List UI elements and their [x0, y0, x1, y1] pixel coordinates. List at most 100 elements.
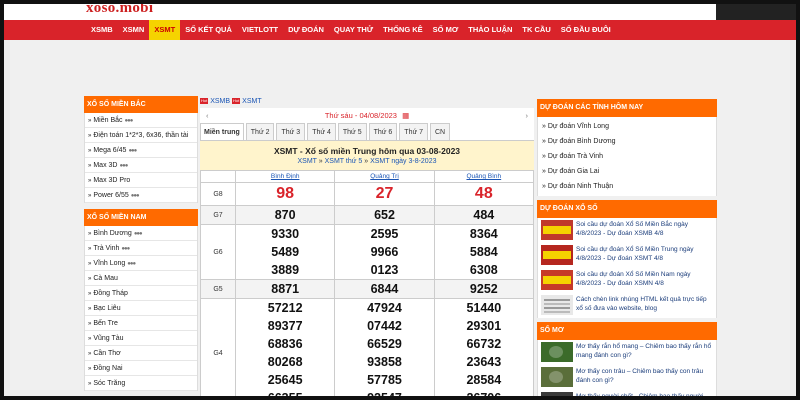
bullet-arrow-icon: » — [88, 163, 92, 169]
news-item[interactable]: Mơ thấy con trâu – Chiêm bao thấy con tr… — [538, 365, 716, 390]
winning-number: 57212 — [267, 301, 303, 315]
nav-item-10[interactable]: TK CẦU — [517, 20, 555, 40]
prev-day-arrow-icon[interactable]: ‹ — [206, 108, 209, 123]
result-header: XSMT - Xổ số miền Trung hôm qua 03-08-20… — [200, 141, 534, 170]
bullet-arrow-icon: » — [88, 193, 92, 199]
tab-day-4[interactable]: Thứ 5 — [337, 123, 367, 140]
nav-item-7[interactable]: THỐNG KÊ — [378, 20, 428, 40]
news-thumbnail — [541, 295, 573, 315]
predict-item-label: Dự đoán Trà Vinh — [547, 153, 603, 160]
predict-item[interactable]: » Dự đoán Trà Vinh — [538, 149, 716, 164]
news-item[interactable]: Soi cầu dự đoán Xổ Số Miền Bắc ngày 4/8/… — [538, 218, 716, 243]
sidebar-item[interactable]: » Mega 6/45 ●●● — [85, 143, 197, 158]
live-dots-icon: ●●● — [133, 231, 143, 237]
sidebar-item[interactable]: » Bạc Liêu — [85, 301, 197, 316]
bullet-arrow-icon: » — [88, 351, 92, 357]
prize-cell: 8871 — [234, 279, 336, 299]
tab-day-6[interactable]: Thứ 7 — [399, 123, 428, 140]
tab-day-7[interactable]: CN — [430, 123, 451, 140]
tab-day-2[interactable]: Thứ 3 — [276, 123, 306, 140]
winning-number: 6308 — [469, 263, 498, 277]
sidebar-item[interactable]: » Cà Mau — [85, 271, 197, 286]
tab-day-0[interactable]: Miền trung — [200, 123, 244, 140]
sidebar-item[interactable]: » Miền Bắc ●●● — [85, 113, 197, 128]
south-lottery-list: » Bình Dương ●●●» Trà Vinh ●●●» Vĩnh Long ●●●»… — [84, 226, 198, 391]
predict-item[interactable]: » Dự đoán Bình Dương — [538, 134, 716, 149]
sidebar-item[interactable]: » Max 3D ●●● — [85, 158, 197, 173]
nav-item-2[interactable]: XSMT — [149, 20, 181, 40]
bullet-arrow-icon: » — [88, 291, 92, 297]
winning-number: 9966 — [370, 245, 399, 259]
calendar-icon[interactable]: ▦ — [402, 111, 409, 120]
nav-item-4[interactable]: VIETLOTT — [237, 20, 283, 40]
news-item[interactable]: Cách chèn link nhúng HTML kết quả trực t… — [538, 293, 716, 318]
winning-number: 66529 — [367, 337, 402, 351]
sidebar-item[interactable]: » Power 6/55 ●●● — [85, 188, 197, 203]
tab-day-3[interactable]: Thứ 4 — [307, 123, 336, 140]
nav-item-1[interactable]: XSMN — [118, 20, 150, 40]
date-navigator: ‹ Thứ sáu - 04/08/2023 ▦ › — [200, 108, 534, 123]
news-item[interactable]: Mơ thấy người chết - Chiêm bao thấy ngườ… — [538, 390, 716, 400]
nav-item-5[interactable]: DỰ ĐOÁN — [283, 20, 329, 40]
prize-cell: 47924 07442 66529 93858 57785 92547 — [334, 298, 435, 400]
sidebar-item-label: Vĩnh Long — [93, 260, 126, 267]
link-xsmt-thu5[interactable]: XSMT thứ 5 — [325, 158, 363, 165]
province-header-row: Bình Định Quảng Trị Quảng Bình — [200, 170, 535, 183]
prize-label: G7 — [200, 205, 236, 225]
sidebar-item[interactable]: » Bến Tre — [85, 316, 197, 331]
sidebar-item[interactable]: » Cần Thơ — [85, 346, 197, 361]
sidebar-item[interactable]: » Max 3D Pro — [85, 173, 197, 188]
winning-number: 93858 — [367, 355, 402, 369]
sidebar-item[interactable]: » Đồng Nai — [85, 361, 197, 376]
link-xsmt-date[interactable]: XSMT ngày 3-8-2023 — [370, 158, 436, 165]
nav-item-11[interactable]: SỐ ĐẦU ĐUÔI — [556, 20, 616, 40]
predict-item[interactable]: » Dự đoán Vĩnh Long — [538, 119, 716, 134]
lottery-predict-title: DỰ ĐOÁN XỔ SỐ — [537, 200, 717, 218]
nav-item-3[interactable]: SỐ KẾT QUẢ — [180, 20, 237, 40]
province-link[interactable]: Quảng Trị — [334, 170, 435, 183]
sidebar-item[interactable]: » Vĩnh Long ●●● — [85, 256, 197, 271]
sidebar-item[interactable]: » Bình Dương ●●● — [85, 226, 197, 241]
predict-item[interactable]: » Dự đoán Gia Lai — [538, 164, 716, 179]
winning-number: 28584 — [466, 373, 502, 387]
tab-day-1[interactable]: Thứ 2 — [245, 123, 275, 140]
day-tabs: Miền trung Thứ 2 Thứ 3 Thứ 4 Thứ 5 Thứ 6 Thứ 7… — [200, 123, 534, 141]
news-title: Mơ thấy người chết - Chiêm bao thấy ngườ… — [576, 393, 704, 400]
breadcrumb-xsmb[interactable]: XSMB — [210, 98, 230, 105]
news-title: Soi cầu dự đoán Xổ Số Miền Bắc ngày 4/8/… — [576, 221, 689, 237]
site-logo[interactable]: xoso.mobi — [86, 0, 153, 17]
province-link[interactable]: Bình Định — [234, 170, 336, 183]
sidebar-item[interactable]: » Sóc Trăng — [85, 376, 197, 391]
main-content: Hot XSMB Hot XSMT ‹ Thứ sáu - 04/08/2023… — [200, 96, 535, 400]
nav-item-6[interactable]: QUAY THỬ — [329, 20, 378, 40]
bullet-arrow-icon: » — [88, 366, 92, 372]
sidebar-item-label: Đồng Tháp — [93, 290, 128, 297]
prize-cell: 6844 — [334, 279, 435, 299]
nav-item-9[interactable]: THẢO LUẬN — [463, 20, 517, 40]
news-title: Mơ thấy rắn hổ mang – Chiêm bao thấy rắn… — [576, 343, 712, 359]
winning-number: 27 — [375, 185, 394, 202]
sidebar-item[interactable]: » Đồng Tháp — [85, 286, 197, 301]
sidebar-item[interactable]: » Điện toán 1*2*3, 6x36, thần tài — [85, 128, 197, 143]
nav-item-8[interactable]: SỐ MƠ — [428, 20, 464, 40]
next-day-arrow-icon[interactable]: › — [526, 108, 529, 123]
predict-list: » Dự đoán Vĩnh Long» Dự đoán Bình Dương»… — [537, 117, 717, 196]
hot-badge: Hot — [200, 98, 209, 105]
news-item[interactable]: Soi cầu dự đoán Xổ Số Miền Trung ngày 4/… — [538, 243, 716, 268]
predict-item[interactable]: » Dự đoán Ninh Thuận — [538, 179, 716, 194]
thumbnail-banner-icon — [543, 226, 571, 234]
tab-day-5[interactable]: Thứ 6 — [368, 123, 398, 140]
breadcrumb-xsmt[interactable]: XSMT — [242, 98, 261, 105]
predict-item-label: Dự đoán Ninh Thuận — [547, 183, 614, 190]
sidebar-item[interactable]: » Trà Vinh ●●● — [85, 241, 197, 256]
province-link[interactable]: Quảng Bình — [433, 170, 535, 183]
news-item[interactable]: Soi cầu dự đoán Xổ Số Miền Nam ngày 4/8/… — [538, 268, 716, 293]
news-item[interactable]: Mơ thấy rắn hổ mang – Chiêm bao thấy rắn… — [538, 340, 716, 365]
link-xsmt[interactable]: XSMT — [298, 158, 317, 165]
sidebar-item-label: Power 6/55 — [93, 192, 129, 199]
sidebar-item-label: Miền Bắc — [93, 117, 123, 124]
sidebar-item[interactable]: » Vũng Tàu — [85, 331, 197, 346]
nav-item-0[interactable]: XSMB — [86, 20, 118, 40]
news-thumbnail — [541, 245, 573, 265]
winning-number: 47924 — [367, 301, 402, 315]
